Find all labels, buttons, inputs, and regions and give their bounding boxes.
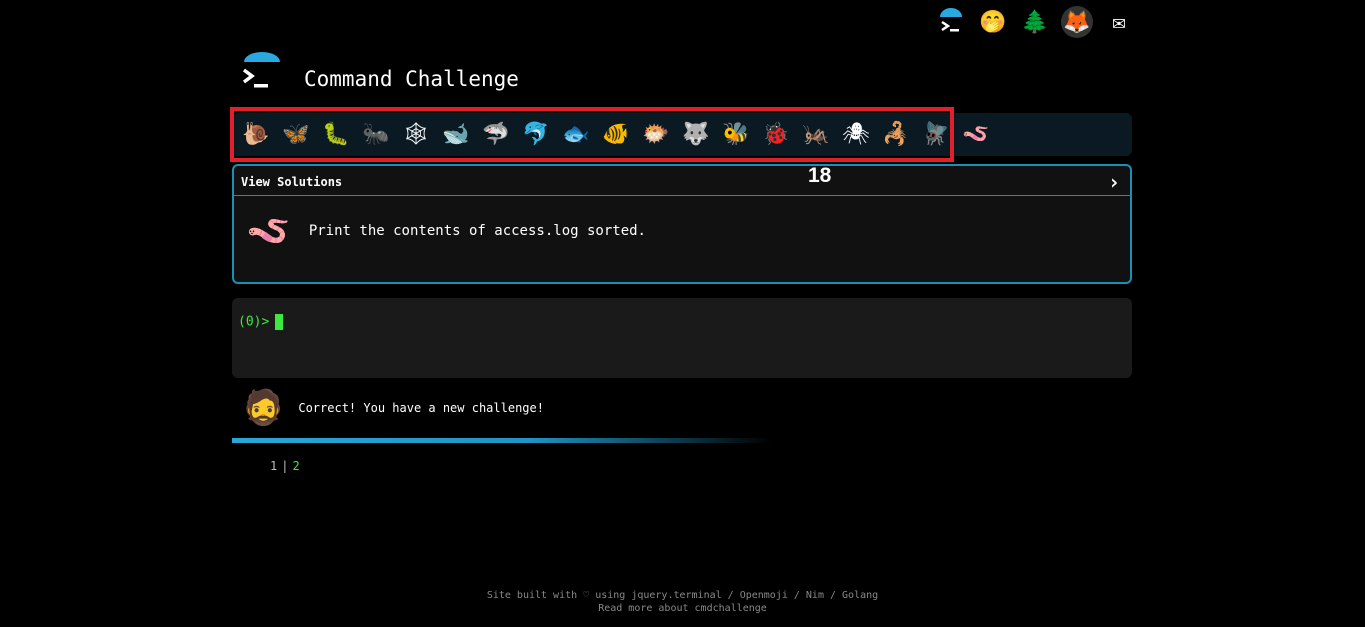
page-separator: | [281,459,289,473]
challenge-emoji-list: 🐌 🦋 🐛 🐜 🕸 🐋 🦈 🐬 🐟 🐠 🐡 🐺 🐝 🐞 🦗 🕷 🦂 🪰 🪱 [238,117,994,151]
snail-icon[interactable]: 🐌 [238,117,274,151]
terminal-cursor[interactable] [275,314,284,330]
site-logo[interactable] [240,52,284,96]
view-solutions-label: View Solutions [241,175,343,189]
whale-icon[interactable]: 🐋 [438,117,474,151]
terminal[interactable]: (0)> [232,298,1132,378]
challenge-panel: View Solutions › 🪱 Print the contents of… [232,164,1132,284]
challenge-text: Print the contents of access.log sorted. [308,223,646,239]
bee-icon[interactable]: 🐝 [718,117,754,151]
dolphin-icon[interactable]: 🐬 [518,117,554,151]
fly-icon[interactable]: 🪰 [918,117,954,151]
scorpion-icon[interactable]: 🦂 [878,117,914,151]
caterpillar-icon[interactable]: 🐛 [318,117,354,151]
blowfish-icon[interactable]: 🐡 [638,117,674,151]
spider-web-icon[interactable]: 🕸 [398,117,434,151]
page-title: Command Challenge [304,67,519,91]
footer-read-more-link[interactable]: Read more about cmdchallenge [0,602,1365,615]
challenge-body: 🪱 Print the contents of access.log sorte… [234,196,1130,266]
top-icon-bar: 🤭 🌲 🦊 ✉ [935,6,1135,38]
tree-icon[interactable]: 🌲 [1019,6,1051,38]
feedback-message: 🧔 Correct! You have a new challenge! [242,388,544,428]
footer-credits: Site built with ♡ using jquery.terminal … [486,590,879,601]
cricket-icon[interactable]: 🦗 [798,117,834,151]
feedback-text: Correct! You have a new challenge! [298,401,544,415]
progress-bar [232,438,772,443]
terminal-icon[interactable] [935,6,967,38]
gitlab-icon[interactable]: 🦊 [1061,6,1093,38]
hand-over-mouth-face-icon[interactable]: 🤭 [977,6,1009,38]
chevron-right-icon[interactable]: › [1108,170,1120,194]
ant-icon[interactable]: 🐜 [358,117,394,151]
worm-icon[interactable]: 🪱 [958,117,994,151]
page-link-1[interactable]: 1 [270,459,277,473]
shark-icon[interactable]: 🦈 [478,117,514,151]
spider-icon[interactable]: 🕷 [838,117,874,151]
view-solutions-toggle[interactable]: View Solutions › [234,166,1130,196]
fish-icon[interactable]: 🐟 [558,117,594,151]
page-link-2[interactable]: 2 [292,459,299,473]
avatar: 🧔 [242,388,285,428]
butterfly-icon[interactable]: 🦋 [278,117,314,151]
challenge-count: 18 [808,164,832,187]
tropical-fish-icon[interactable]: 🐠 [598,117,634,151]
pagination: 1 | 2 [270,459,300,473]
ladybug-icon[interactable]: 🐞 [758,117,794,151]
footer: Site built with ♡ using jquery.terminal … [0,589,1365,615]
worm-icon: 🪱 [246,211,291,252]
envelope-icon[interactable]: ✉ [1103,6,1135,38]
wolf-icon[interactable]: 🐺 [678,117,714,151]
terminal-prompt: (0)> [238,314,270,330]
